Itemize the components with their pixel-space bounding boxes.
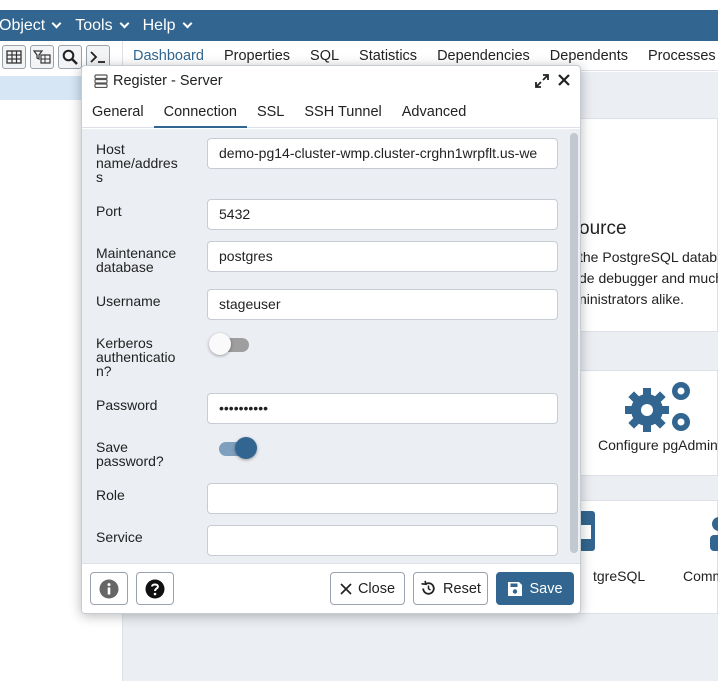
info-icon [99, 579, 119, 598]
table-view-button[interactable] [2, 45, 26, 69]
maximize-icon[interactable] [534, 73, 550, 89]
service-label: Service [96, 529, 143, 545]
community-icon [710, 517, 718, 551]
menu-object-label: Object [0, 16, 46, 34]
tab-sql[interactable]: SQL [300, 48, 349, 64]
chevron-down-icon [119, 18, 130, 29]
reset-icon [421, 580, 435, 595]
gears-icon [625, 382, 690, 432]
menu-help[interactable]: Help [143, 17, 198, 35]
connection-form: Host name/address demo-pg14-cluster-wmp.… [82, 129, 580, 563]
menu-help-label: Help [142, 16, 176, 34]
close-icon[interactable] [556, 72, 572, 88]
role-label: Role [96, 487, 125, 503]
tab-general[interactable]: General [82, 95, 154, 128]
username-input[interactable]: stageuser [207, 289, 558, 320]
close-icon [340, 582, 352, 595]
role-input[interactable] [207, 483, 558, 514]
tab-processes[interactable]: Processes [638, 48, 718, 64]
dialog-title: Register - Server [113, 72, 223, 89]
save-icon [508, 581, 523, 596]
help-button[interactable] [136, 572, 174, 605]
dialog-header[interactable]: Register - Server [82, 66, 580, 95]
form-scrollbar[interactable] [570, 133, 578, 553]
save-password-toggle[interactable] [219, 437, 257, 461]
postgresql-link[interactable]: tgreSQL [593, 568, 645, 584]
table-filter-icon [33, 50, 51, 64]
password-input[interactable]: •••••••••• [207, 393, 558, 424]
welcome-text-line: de debugger and much [579, 270, 718, 286]
server-icon [94, 73, 108, 88]
host-input[interactable]: demo-pg14-cluster-wmp.cluster-crghn1wrpf… [207, 138, 558, 169]
community-link[interactable]: Comm [683, 568, 718, 584]
host-label: Host name/address [96, 141, 178, 185]
register-server-dialog: Register - Server General Connection SSL… [81, 65, 581, 614]
info-button[interactable] [90, 572, 128, 605]
top-strip [0, 0, 718, 10]
tab-ssh-tunnel[interactable]: SSH Tunnel [294, 95, 391, 128]
tab-statistics[interactable]: Statistics [349, 48, 427, 64]
save-password-label: Save password? [96, 439, 164, 469]
tab-dependencies[interactable]: Dependencies [427, 48, 540, 64]
welcome-text-line: ninistrators alike. [579, 291, 685, 307]
terminal-icon [90, 51, 105, 63]
kerberos-label: Kerberos authentication? [96, 335, 176, 379]
reset-button-label: Reset [443, 580, 481, 597]
maintenance-db-input[interactable]: postgres [207, 241, 558, 272]
port-label: Port [96, 203, 122, 219]
username-label: Username [96, 293, 161, 309]
dialog-tab-bar: General Connection SSL SSH Tunnel Advanc… [82, 95, 580, 128]
chevron-down-icon [51, 18, 62, 29]
filtered-rows-button[interactable] [30, 45, 54, 69]
service-input[interactable] [207, 525, 558, 556]
table-icon [6, 50, 22, 64]
menu-tools[interactable]: Tools [75, 17, 134, 35]
configure-pgadmin-link[interactable]: Configure pgAdmin [598, 437, 718, 453]
reset-button[interactable]: Reset [413, 572, 488, 605]
port-input[interactable]: 5432 [207, 199, 558, 230]
kerberos-toggle[interactable] [209, 333, 249, 357]
close-button[interactable]: Close [330, 572, 405, 605]
tab-properties[interactable]: Properties [214, 48, 300, 64]
tab-connection[interactable]: Connection [153, 95, 247, 128]
help-icon [145, 579, 165, 598]
search-icon [62, 49, 78, 65]
maintenance-db-label: Maintenance database [96, 245, 177, 275]
save-button-label: Save [529, 580, 563, 597]
dialog-footer: Close Reset Save [82, 563, 580, 613]
menubar: Object Tools Help [0, 10, 718, 41]
toggle-knob [235, 437, 257, 459]
menu-tools-label: Tools [75, 16, 113, 34]
menu-object[interactable]: Object [0, 17, 67, 35]
search-button[interactable] [58, 45, 82, 69]
chevron-down-icon [182, 18, 192, 29]
close-button-label: Close [357, 580, 396, 597]
welcome-text-line: the PostgreSQL datab [579, 249, 718, 265]
tab-dependents[interactable]: Dependents [540, 48, 638, 64]
tab-ssl[interactable]: SSL [247, 95, 294, 128]
scrollbar-thumb[interactable] [570, 133, 578, 553]
save-button[interactable]: Save [496, 572, 574, 605]
tab-dashboard[interactable]: Dashboard [123, 48, 214, 64]
welcome-heading: ource [579, 218, 627, 239]
toggle-knob [209, 333, 231, 355]
tab-advanced[interactable]: Advanced [392, 95, 477, 128]
password-label: Password [96, 397, 158, 413]
